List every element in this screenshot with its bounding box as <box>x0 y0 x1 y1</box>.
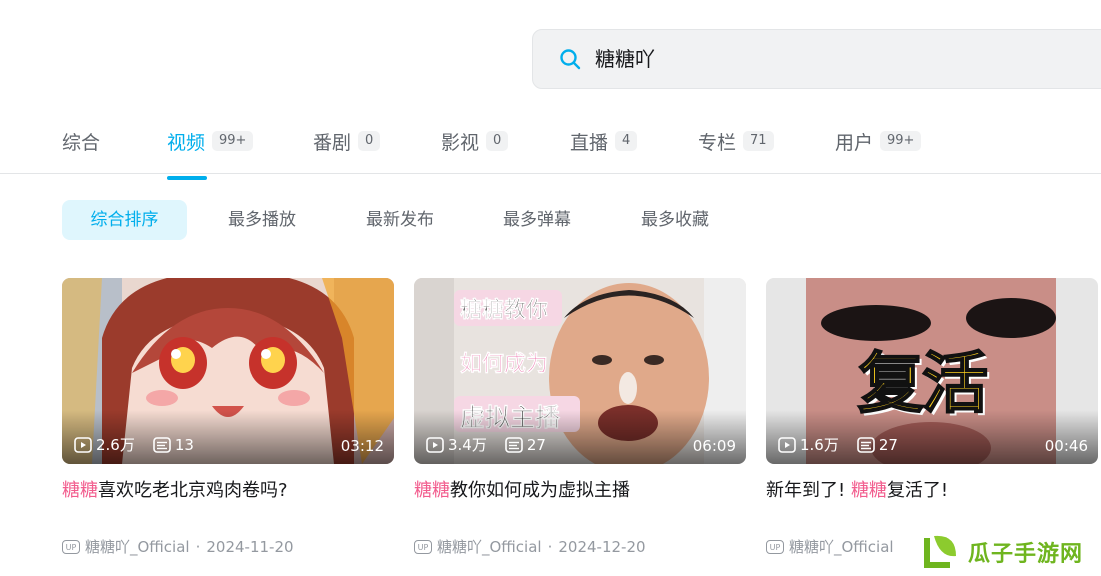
video-title[interactable]: 糖糖喜欢吃老北京鸡肉卷吗? <box>62 478 402 504</box>
tab-label: 专栏 <box>698 131 737 154</box>
tab-label: 直播 <box>570 131 609 154</box>
author-name[interactable]: 糖糖吖_Official <box>85 536 190 557</box>
search-input[interactable]: 糖糖吖 <box>595 30 1075 88</box>
watermark-text: 瓜子手游网 <box>968 542 1084 567</box>
title-keyword-highlight: 糖糖 <box>414 480 450 501</box>
tab-count-badge: 0 <box>358 131 381 151</box>
video-title[interactable]: 新年到了! 糖糖复活了! <box>766 478 1101 504</box>
meta-separator: · <box>195 537 201 556</box>
video-duration: 03:12 <box>340 437 384 455</box>
tab-label: 影视 <box>441 131 480 154</box>
video-meta: UP 糖糖吖_Official <box>766 536 894 557</box>
video-stats: 2.6万 13 <box>74 434 212 455</box>
publish-date: 2024-12-20 <box>558 537 646 556</box>
danmaku-count: 27 <box>526 435 546 454</box>
meta-separator: · <box>547 537 553 556</box>
video-stats: 1.6万 27 <box>778 434 916 455</box>
tab-all[interactable]: 综合 <box>62 125 100 157</box>
video-duration: 06:09 <box>692 437 736 455</box>
tab-count-badge: 99+ <box>212 131 254 151</box>
tab-count-badge: 99+ <box>880 131 922 151</box>
video-meta: UP 糖糖吖_Official · 2024-12-20 <box>414 536 646 557</box>
tab-count-badge: 71 <box>743 131 774 151</box>
danmaku-count: 27 <box>878 435 898 454</box>
sort-newest[interactable]: 最新发布 <box>350 200 450 240</box>
tab-article[interactable]: 专栏 71 <box>698 125 774 157</box>
sort-most-played[interactable]: 最多播放 <box>212 200 312 240</box>
danmaku-count: 13 <box>174 435 194 454</box>
video-meta: UP 糖糖吖_Official · 2024-11-20 <box>62 536 294 557</box>
title-suffix: 教你如何成为虚拟主播 <box>450 480 630 501</box>
tab-label: 用户 <box>835 131 874 154</box>
publish-date: 2024-11-20 <box>206 537 294 556</box>
sort-most-favorited[interactable]: 最多收藏 <box>625 200 725 240</box>
play-icon <box>778 436 796 453</box>
tab-film[interactable]: 影视 0 <box>441 125 509 157</box>
tab-video[interactable]: 视频 99+ <box>167 125 254 180</box>
thumbnail-caption: 如何成为 <box>460 352 549 378</box>
video-stats: 3.4万 27 <box>426 434 564 455</box>
tab-bangumi[interactable]: 番剧 0 <box>313 125 381 157</box>
watermark-logo-icon <box>924 535 956 568</box>
video-duration: 00:46 <box>1044 437 1088 455</box>
video-thumbnail[interactable]: 复活 1.6万 27 00:46 <box>766 278 1098 464</box>
author-name[interactable]: 糖糖吖_Official <box>437 536 542 557</box>
tab-label: 综合 <box>62 131 101 154</box>
tab-label: 视频 <box>167 131 206 154</box>
play-icon <box>74 436 92 453</box>
up-badge-icon: UP <box>414 539 432 554</box>
tab-live[interactable]: 直播 4 <box>570 125 638 157</box>
title-keyword-highlight: 糖糖 <box>62 480 98 501</box>
play-count: 1.6万 <box>800 436 839 454</box>
title-suffix: 复活了! <box>886 480 949 501</box>
search-icon[interactable] <box>559 48 581 70</box>
author-name[interactable]: 糖糖吖_Official <box>789 536 894 557</box>
tab-user[interactable]: 用户 99+ <box>835 125 922 157</box>
danmaku-icon <box>857 436 875 453</box>
play-icon <box>426 436 444 453</box>
sort-comprehensive[interactable]: 综合排序 <box>62 200 187 240</box>
search-bar[interactable]: 糖糖吖 <box>532 29 1101 89</box>
video-thumbnail[interactable]: 糖糖教你 如何成为 虚拟主播 3.4万 27 06:09 <box>414 278 746 464</box>
danmaku-icon <box>505 436 523 453</box>
video-thumbnail[interactable]: 2.6万 13 03:12 <box>62 278 394 464</box>
sort-most-danmaku[interactable]: 最多弹幕 <box>487 200 587 240</box>
title-suffix: 喜欢吃老北京鸡肉卷吗? <box>98 480 288 501</box>
tab-label: 番剧 <box>313 131 352 154</box>
site-watermark: 瓜子手游网 <box>920 528 1101 576</box>
video-title[interactable]: 糖糖教你如何成为虚拟主播 <box>414 478 754 504</box>
active-tab-indicator <box>167 176 207 180</box>
title-prefix: 新年到了! <box>766 480 851 501</box>
play-count: 2.6万 <box>96 436 135 454</box>
play-count: 3.4万 <box>448 436 487 454</box>
up-badge-icon: UP <box>62 539 80 554</box>
title-keyword-highlight: 糖糖 <box>850 480 887 501</box>
tab-count-badge: 4 <box>615 131 638 151</box>
tab-count-badge: 0 <box>486 131 509 151</box>
up-badge-icon: UP <box>766 539 784 554</box>
thumbnail-caption: 糖糖教你 <box>460 298 549 324</box>
danmaku-icon <box>153 436 171 453</box>
result-type-tabs: 综合 视频 99+ 番剧 0 影视 0 直播 4 专栏 71 用户 99+ <box>0 113 1101 180</box>
